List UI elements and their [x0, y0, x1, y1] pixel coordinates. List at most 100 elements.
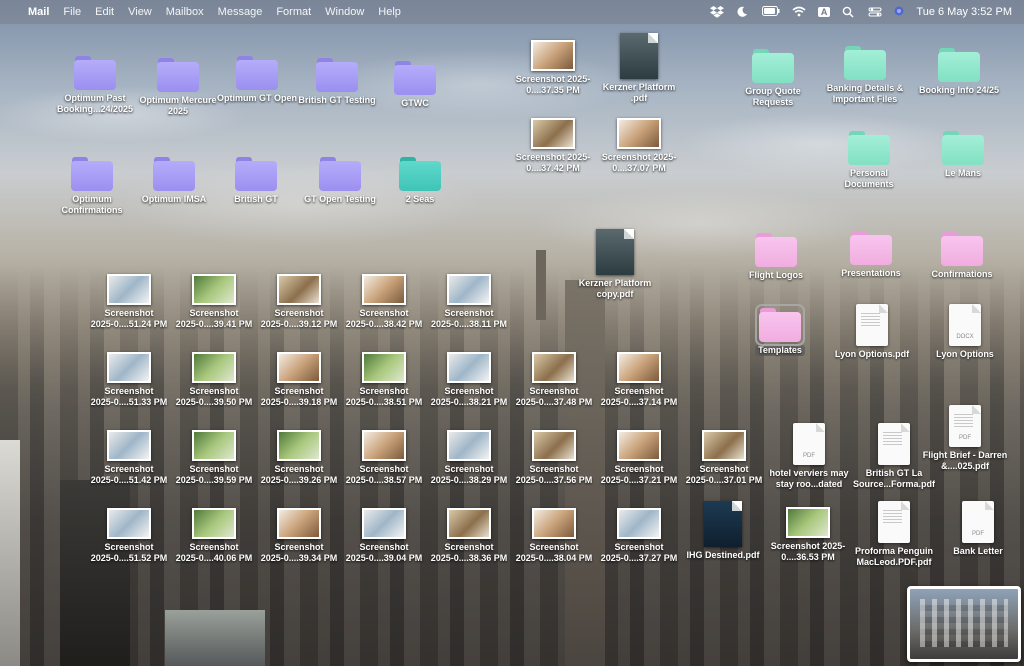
screenshot-file[interactable]: Screenshot 2025-0....37.07 PM — [596, 118, 682, 174]
control-center-icon[interactable] — [868, 6, 882, 18]
folder-item[interactable]: Presentations — [828, 231, 914, 279]
screenshot-thumbnail — [107, 274, 151, 305]
screenshot-file[interactable]: Screenshot 2025-0....39.50 PM — [171, 352, 257, 408]
pdf-thumbnail — [596, 229, 634, 275]
folder-icon — [319, 157, 361, 191]
folder-item[interactable]: Optimum Confirmations — [49, 157, 135, 216]
battery-icon[interactable] — [761, 6, 780, 18]
folder-icon — [755, 233, 797, 267]
folder-icon — [153, 157, 195, 191]
screenshot-thumbnail — [277, 352, 321, 383]
screenshot-file[interactable]: Screenshot 2025-0....51.33 PM — [86, 352, 172, 408]
folder-icon — [316, 58, 358, 92]
file-label: Screenshot 2025-0....37.56 PM — [515, 464, 593, 485]
pdf-file[interactable]: Kerzner Platform .pdf — [596, 33, 682, 104]
file-label: Proforma Penguin MacLeod.PDF.pdf — [854, 546, 933, 567]
screenshot-file[interactable]: Screenshot 2025-0....37.56 PM — [511, 430, 597, 486]
folder-item[interactable]: Banking Details & Important Files — [822, 46, 908, 105]
document-file[interactable]: British GT La Source...Forma.pdf — [851, 423, 937, 490]
folder-item[interactable]: Le Mans — [920, 131, 1006, 179]
input-source-indicator[interactable]: A — [817, 7, 831, 17]
folder-item[interactable]: GTWC — [372, 61, 458, 109]
screenshot-file[interactable]: Screenshot 2025-0....38.29 PM — [426, 430, 512, 486]
document-file[interactable]: PDF Bank Letter — [935, 501, 1021, 557]
screenshot-file[interactable]: Screenshot 2025-0....37.48 PM — [511, 352, 597, 408]
screenshot-file[interactable]: Screenshot 2025-0....39.26 PM — [256, 430, 342, 486]
screenshot-thumbnail — [532, 508, 576, 539]
menu-view[interactable]: View — [128, 6, 152, 18]
folder-item[interactable]: Optimum IMSA — [131, 157, 217, 205]
siri-icon[interactable] — [894, 6, 904, 18]
dropbox-icon[interactable] — [709, 6, 724, 18]
file-label: Screenshot 2025-0....39.12 PM — [260, 308, 338, 329]
screenshot-file[interactable]: Screenshot 2025-0....38.21 PM — [426, 352, 512, 408]
folder-item[interactable]: British GT — [213, 157, 299, 205]
screenshot-file[interactable]: Screenshot 2025-0....38.57 PM — [341, 430, 427, 486]
screenshot-file[interactable]: Screenshot 2025-0....39.59 PM — [171, 430, 257, 486]
screenshot-file[interactable]: Screenshot 2025-0....39.04 PM — [341, 508, 427, 564]
screenshot-file[interactable]: Screenshot 2025-0....37.42 PM — [510, 118, 596, 174]
screenshot-file[interactable]: Screenshot 2025-0....51.52 PM — [86, 508, 172, 564]
screenshot-file[interactable]: Screenshot 2025-0....39.12 PM — [256, 274, 342, 330]
screenshot-thumbnail — [277, 508, 321, 539]
screenshot-thumbnail — [447, 274, 491, 305]
pdf-file[interactable]: Kerzner Platform copy.pdf — [572, 229, 658, 300]
menu-edit[interactable]: Edit — [95, 6, 114, 18]
screenshot-file[interactable]: Screenshot 2025-0....37.14 PM — [596, 352, 682, 408]
wifi-icon[interactable] — [792, 6, 806, 18]
screenshot-file[interactable]: Screenshot 2025-0....38.11 PM — [426, 274, 512, 330]
screenshot-thumbnail — [362, 352, 406, 383]
screenshot-preview-thumbnail[interactable] — [907, 586, 1021, 662]
folder-item[interactable]: Confirmations — [919, 232, 1005, 280]
folder-item[interactable]: Personal Documents — [826, 131, 912, 190]
folder-item-selected[interactable]: Templates — [737, 304, 823, 356]
screenshot-file[interactable]: Screenshot 2025-0....39.41 PM — [171, 274, 257, 330]
menu-message[interactable]: Message — [218, 6, 263, 18]
moon-icon[interactable] — [736, 6, 750, 18]
folder-item[interactable]: Booking Info 24/25 — [916, 48, 1002, 96]
screenshot-thumbnail — [192, 430, 236, 461]
menu-app-name[interactable]: Mail — [28, 6, 49, 18]
folder-item[interactable]: Flight Logos — [733, 233, 819, 281]
screenshot-file[interactable]: Screenshot 2025-0....51.24 PM — [86, 274, 172, 330]
pdf-file[interactable]: IHG Destined.pdf — [680, 501, 766, 561]
screenshot-file[interactable]: Screenshot 2025-0....37.01 PM — [681, 430, 767, 486]
screenshot-file[interactable]: Screenshot 2025-0....51.42 PM — [86, 430, 172, 486]
menu-bar: Mail File Edit View Mailbox Message Form… — [0, 0, 1024, 24]
search-icon[interactable] — [842, 6, 856, 18]
folder-item[interactable]: GT Open Testing — [297, 157, 383, 205]
screenshot-file[interactable]: Screenshot 2025-0....40.06 PM — [171, 508, 257, 564]
screenshot-file[interactable]: Screenshot 2025-0....38.04 PM — [511, 508, 597, 564]
screenshot-file[interactable]: Screenshot 2025-0....39.34 PM — [256, 508, 342, 564]
screenshot-file[interactable]: Screenshot 2025-0....39.18 PM — [256, 352, 342, 408]
folder-item[interactable]: British GT Testing — [294, 58, 380, 106]
folder-item[interactable]: Optimum Past Booking...24/2025 — [52, 56, 138, 115]
menu-help[interactable]: Help — [378, 6, 401, 18]
screenshot-file[interactable]: Screenshot 2025-0....38.42 PM — [341, 274, 427, 330]
folder-item[interactable]: Optimum Mercure 2025 — [135, 58, 221, 117]
folder-item[interactable]: 2 Seas — [377, 157, 463, 205]
folder-label: Presentations — [841, 268, 901, 278]
document-file[interactable]: Proforma Penguin MacLeod.PDF.pdf — [851, 501, 937, 568]
screenshot-file[interactable]: Screenshot 2025-0....38.36 PM — [426, 508, 512, 564]
menu-file[interactable]: File — [63, 6, 81, 18]
wallpaper-tower — [0, 440, 20, 666]
menu-window[interactable]: Window — [325, 6, 364, 18]
menu-format[interactable]: Format — [276, 6, 311, 18]
screenshot-file[interactable]: Screenshot 2025-0....38.51 PM — [341, 352, 427, 408]
screenshot-file[interactable]: Screenshot 2025-0....36.53 PM — [765, 507, 851, 563]
file-label: Screenshot 2025-0....39.50 PM — [175, 386, 253, 407]
menu-mailbox[interactable]: Mailbox — [166, 6, 204, 18]
folder-item[interactable]: Optimum GT Open — [214, 56, 300, 104]
folder-icon — [755, 304, 805, 346]
document-file[interactable]: Lyon Options.pdf — [829, 304, 915, 360]
document-file[interactable]: DOCX Lyon Options — [922, 304, 1008, 360]
screenshot-file[interactable]: Screenshot 2025-0....37.35 PM — [510, 40, 596, 96]
menubar-clock[interactable]: Tue 6 May 3:52 PM — [916, 6, 1012, 18]
screenshot-file[interactable]: Screenshot 2025-0....37.27 PM — [596, 508, 682, 564]
folder-label: GTWC — [401, 98, 429, 108]
screenshot-file[interactable]: Screenshot 2025-0....37.21 PM — [596, 430, 682, 486]
document-file[interactable]: PDF hotel verviers may stay roo...dated — [766, 423, 852, 490]
folder-item[interactable]: Group Quote Requests — [730, 49, 816, 108]
folder-icon — [848, 131, 890, 165]
